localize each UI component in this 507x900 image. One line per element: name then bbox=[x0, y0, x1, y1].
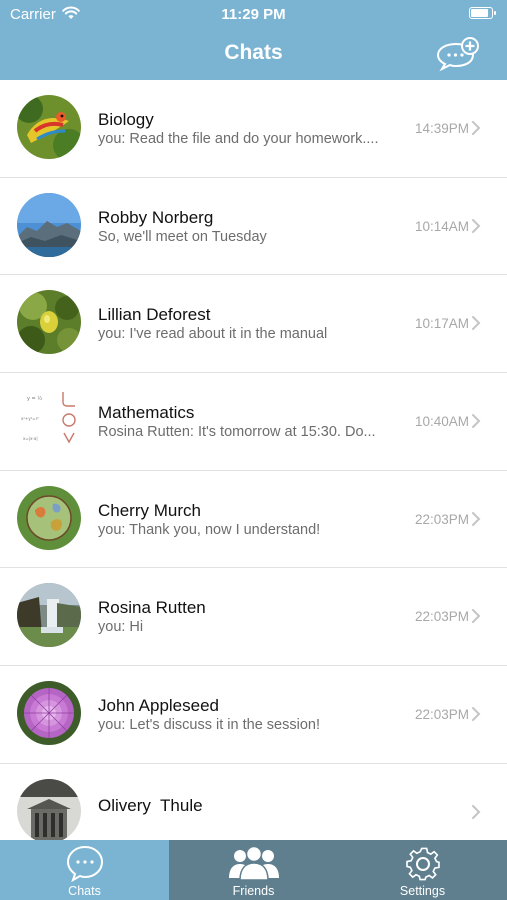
chat-preview: you: Hi bbox=[98, 619, 144, 636]
chevron-right-icon bbox=[472, 414, 481, 429]
tab-friends[interactable]: Friends bbox=[169, 840, 338, 900]
chat-row-john-appleseed[interactable]: John Appleseed you: Let's discuss it in … bbox=[0, 666, 507, 764]
chevron-right-icon bbox=[472, 804, 481, 819]
chat-preview: you: Read the file and do your homework.… bbox=[98, 131, 379, 147]
avatar bbox=[17, 290, 81, 355]
svg-text:x=|x-a|: x=|x-a| bbox=[23, 436, 38, 441]
chat-time: 10:17AM bbox=[414, 316, 469, 332]
svg-text:x²+y²=r²: x²+y²=r² bbox=[21, 416, 39, 421]
chat-time: 10:14AM bbox=[414, 218, 469, 234]
chat-row-olivery-thule[interactable]: Olivery Thule bbox=[0, 763, 507, 840]
chat-preview: you: Thank you, now I understand! bbox=[98, 521, 321, 538]
avatar bbox=[17, 95, 81, 159]
page-title: Chats bbox=[224, 41, 283, 64]
svg-text:y = ½: y = ½ bbox=[27, 395, 42, 402]
chat-time: 10:40AM bbox=[414, 414, 469, 430]
chat-bubble-icon bbox=[0, 844, 169, 884]
avatar bbox=[17, 681, 81, 746]
chat-name: John Appleseed bbox=[98, 696, 219, 716]
chat-row-rosina-rutten[interactable]: Rosina Rutten you: Hi 22:03PM bbox=[0, 568, 507, 667]
chat-plus-icon bbox=[436, 37, 479, 72]
chat-time: 22:03PM bbox=[414, 707, 469, 723]
chat-row-mathematics[interactable]: y = ½ x²+y²=r² x=|x-a| Mathematics Rosin… bbox=[0, 373, 507, 471]
status-bar: Carrier 11:29 PM bbox=[0, 0, 507, 28]
chat-preview: you: Let's discuss it in the session! bbox=[98, 717, 320, 734]
chat-name: Cherry Murch bbox=[98, 500, 201, 520]
chevron-right-icon bbox=[472, 316, 481, 331]
chat-name: Biology bbox=[98, 110, 154, 129]
chat-time: 22:03PM bbox=[414, 609, 469, 625]
chevron-right-icon bbox=[472, 121, 481, 135]
chat-preview: Rosina Rutten: It's tomorrow at 15:30. D… bbox=[98, 424, 376, 441]
tab-label: Friends bbox=[232, 884, 275, 898]
chat-preview: you: I've read about it in the manual bbox=[98, 326, 328, 343]
chevron-right-icon bbox=[472, 609, 481, 624]
chat-preview: So, we'll meet on Tuesday bbox=[98, 228, 267, 245]
chat-time: 22:03PM bbox=[414, 511, 469, 527]
chat-time: 14:39PM bbox=[414, 121, 469, 136]
chat-name: Robby Norberg bbox=[98, 207, 214, 227]
chat-row-robby-norberg[interactable]: Robby Norberg So, we'll meet on Tuesday … bbox=[0, 177, 507, 276]
chat-row-lillian-deforest[interactable]: Lillian Deforest you: I've read about it… bbox=[0, 275, 507, 374]
tab-label: Chats bbox=[68, 884, 101, 898]
tab-label: Settings bbox=[399, 884, 446, 898]
navigation-header: Carrier 11:29 PM Chats bbox=[0, 0, 507, 80]
chat-name: Mathematics bbox=[98, 403, 195, 423]
gear-icon bbox=[338, 844, 507, 884]
chat-name: Olivery Thule bbox=[98, 795, 203, 815]
chevron-right-icon bbox=[472, 218, 481, 233]
chevron-right-icon bbox=[472, 511, 481, 526]
tab-bar: Chats Friends Settings bbox=[0, 840, 507, 900]
avatar bbox=[17, 192, 81, 257]
chat-name: Lillian Deforest bbox=[98, 305, 211, 325]
avatar: y = ½ x²+y²=r² x=|x-a| bbox=[17, 388, 81, 453]
avatar bbox=[17, 583, 81, 648]
battery-icon bbox=[469, 7, 496, 19]
chat-row-biology[interactable]: Biology you: Read the file and do your h… bbox=[0, 80, 507, 178]
avatar bbox=[17, 485, 81, 550]
chevron-right-icon bbox=[472, 707, 481, 722]
chat-name: Rosina Rutten bbox=[98, 598, 206, 618]
avatar bbox=[17, 778, 81, 840]
status-time: 11:29 PM bbox=[221, 6, 286, 23]
tab-settings[interactable]: Settings bbox=[338, 840, 507, 900]
people-group-icon bbox=[169, 844, 338, 884]
chat-row-cherry-murch[interactable]: Cherry Murch you: Thank you, now I under… bbox=[0, 470, 507, 569]
chat-list[interactable]: Biology you: Read the file and do your h… bbox=[0, 80, 507, 840]
new-chat-button[interactable] bbox=[436, 36, 482, 72]
tab-chats[interactable]: Chats bbox=[0, 840, 169, 900]
